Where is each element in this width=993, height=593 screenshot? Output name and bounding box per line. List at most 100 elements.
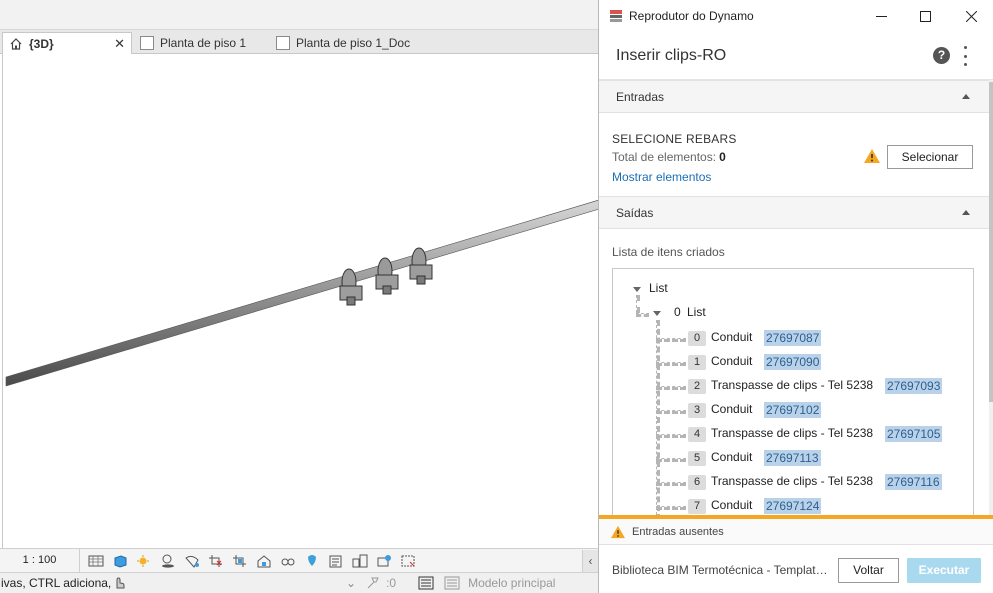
unlock-3d-icon[interactable] xyxy=(256,554,272,568)
temporary-view-properties-icon[interactable] xyxy=(328,554,344,568)
help-icon[interactable]: ? xyxy=(933,47,950,64)
list-item-name: Conduit xyxy=(711,402,753,416)
list-item-index: 1 xyxy=(688,355,706,370)
list-item-index: 3 xyxy=(688,403,706,418)
list-item-index: 0 xyxy=(688,331,706,346)
tree-connector xyxy=(656,362,686,366)
script-name: Inserir clips-RO xyxy=(616,46,727,64)
list-item-name: Conduit xyxy=(711,450,753,464)
expand-caret-icon[interactable] xyxy=(633,287,641,292)
crop-view-icon[interactable] xyxy=(208,554,224,568)
run-button[interactable]: Executar xyxy=(907,558,981,583)
output-tree[interactable]: List 0 List 0 Conduit 27697087 1 Conduit 2769… xyxy=(612,268,974,516)
more-options-icon[interactable] xyxy=(962,46,968,66)
collapse-caret-icon[interactable] xyxy=(962,94,970,99)
element-id-link[interactable]: 27697087 xyxy=(764,330,822,346)
close-button[interactable] xyxy=(948,0,993,32)
element-id-link[interactable]: 27697105 xyxy=(885,426,943,442)
outputs-section-header[interactable]: Saídas xyxy=(599,196,989,229)
element-id-link[interactable]: 27697113 xyxy=(764,450,821,466)
show-crop-icon[interactable] xyxy=(232,554,248,568)
list-item-name: Transpasse de clips - Tel 5238 xyxy=(711,426,874,440)
minimize-icon xyxy=(875,15,887,17)
view-tab-bar: {3D} ✕ Planta de piso 1 Planta de piso 1… xyxy=(0,30,598,54)
element-id-link[interactable]: 27697102 xyxy=(764,402,822,418)
window-title: Reprodutor do Dynamo xyxy=(629,9,754,23)
list-item-index: 6 xyxy=(688,475,706,490)
element-id-link[interactable]: 27697093 xyxy=(885,378,943,394)
view-tab-floor-plan-doc[interactable]: Planta de piso 1_Doc xyxy=(270,32,440,54)
inputs-section-title: Entradas xyxy=(616,89,665,104)
select-button[interactable]: Selecionar xyxy=(887,145,973,169)
worksharing-icon[interactable] xyxy=(352,554,368,568)
warning-icon xyxy=(611,525,625,538)
warning-row: Entradas ausentes xyxy=(599,519,993,545)
list-item-name: Transpasse de clips - Tel 5238 xyxy=(711,378,874,392)
highlight-displacement-icon[interactable] xyxy=(400,554,416,568)
dropdown-arrow-icon[interactable]: ⌄ xyxy=(346,576,356,590)
warning-icon xyxy=(864,149,880,163)
view-scale[interactable]: 1 : 100 xyxy=(0,549,80,572)
house-icon xyxy=(10,37,22,50)
tree-connector xyxy=(636,313,649,317)
outputs-section-title: Saídas xyxy=(616,205,654,220)
element-id-link[interactable]: 27697090 xyxy=(764,354,822,370)
list-item-name: Transpasse de clips - Tel 5238 xyxy=(711,474,874,488)
maximize-button[interactable] xyxy=(902,0,948,32)
status-bar: ivas, CTRL adiciona, S ⌄ :0 Modelo princ… xyxy=(0,572,598,593)
element-id-link[interactable]: 27697124 xyxy=(764,498,822,514)
scroll-left-icon[interactable]: ‹ xyxy=(582,549,598,572)
dynamo-player-window: Reprodutor do Dynamo Inserir clips-RO ? … xyxy=(598,0,993,593)
shadows-icon[interactable] xyxy=(160,554,176,568)
temporary-hide-icon[interactable] xyxy=(280,554,296,568)
view-tab-3d[interactable]: {3D} ✕ xyxy=(2,32,132,54)
show-elements-link[interactable]: Mostrar elementos xyxy=(612,170,711,184)
script-header: Inserir clips-RO ? xyxy=(599,32,993,80)
view-tab-floor-plan[interactable]: Planta de piso 1 xyxy=(134,32,268,54)
element-id-link[interactable]: 27697116 xyxy=(885,474,942,490)
tree-connector xyxy=(656,458,686,462)
collapse-caret-icon[interactable] xyxy=(962,210,970,215)
tree-connector xyxy=(656,338,686,342)
tree-connector xyxy=(656,434,686,438)
window-title-bar: Reprodutor do Dynamo xyxy=(599,0,993,32)
conduit-model-graphic xyxy=(5,199,600,387)
detail-level-icon[interactable] xyxy=(88,554,104,568)
ribbon-strip xyxy=(0,0,598,30)
active-model-label: Modelo principal xyxy=(468,576,556,590)
back-button[interactable]: Voltar xyxy=(838,558,899,583)
expand-caret-icon[interactable] xyxy=(653,311,661,316)
dynamo-app-icon xyxy=(610,10,622,22)
view-control-bar: 1 : 100 ‹ xyxy=(0,548,598,572)
input-count-label: Total de elementos: xyxy=(612,150,717,164)
close-icon xyxy=(965,10,977,22)
visual-style-icon[interactable] xyxy=(112,554,128,568)
reveal-hidden-icon[interactable] xyxy=(304,554,320,568)
input-title: SELECIONE REBARS xyxy=(612,132,737,146)
close-tab-icon[interactable]: ✕ xyxy=(114,36,125,52)
revit-window: {3D} ✕ Planta de piso 1 Planta de piso 1… xyxy=(0,0,600,593)
input-count-value: 0 xyxy=(719,150,726,164)
player-footer: Biblioteca BIM Termotécnica - Template E… xyxy=(599,546,993,593)
list-item-name: Conduit xyxy=(711,498,753,512)
tree-connector xyxy=(656,320,660,516)
tree-connector xyxy=(656,482,686,486)
sheet-icon xyxy=(276,36,290,50)
minimize-button[interactable] xyxy=(858,0,904,32)
scrollbar-thumb[interactable] xyxy=(989,82,993,402)
touch-select-icon[interactable] xyxy=(112,576,126,590)
sun-path-icon[interactable] xyxy=(136,554,152,568)
analytical-model-icon[interactable] xyxy=(376,554,392,568)
worksets-icon[interactable] xyxy=(444,576,460,590)
inputs-section-header[interactable]: Entradas xyxy=(599,80,989,113)
warning-text: Entradas ausentes xyxy=(632,525,724,538)
maximize-icon xyxy=(919,10,931,22)
tree-sub-index: 0 xyxy=(674,305,681,319)
filter-icon[interactable] xyxy=(366,576,380,590)
design-options-icon[interactable] xyxy=(418,576,434,590)
3d-viewport[interactable] xyxy=(2,54,600,548)
list-item-index: 4 xyxy=(688,427,706,442)
render-icon[interactable] xyxy=(184,554,200,568)
view-tab-label: {3D} xyxy=(29,36,54,51)
tree-connector xyxy=(656,386,686,390)
